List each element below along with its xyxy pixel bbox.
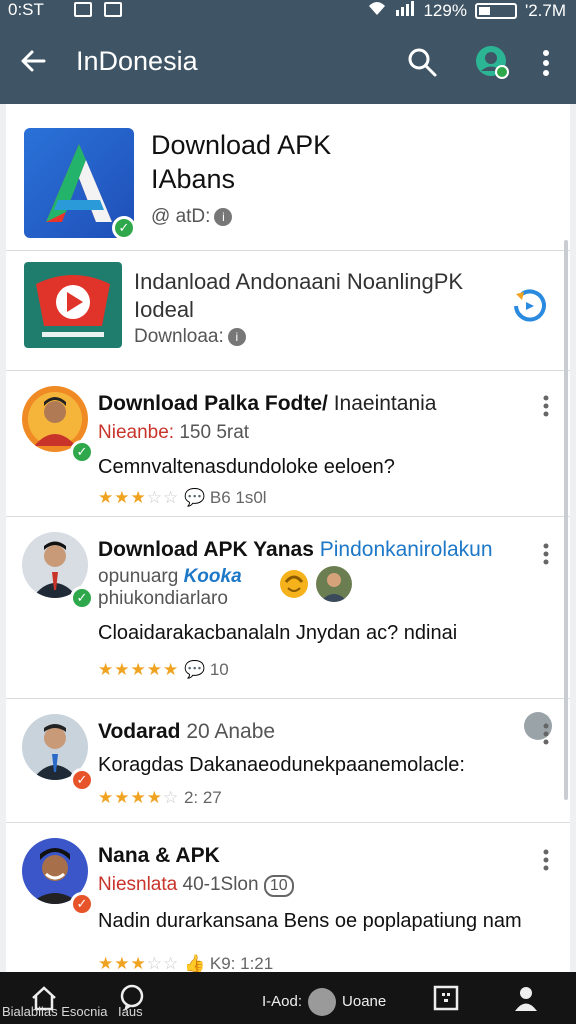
scrollbar[interactable] <box>564 240 568 800</box>
info-icon[interactable]: i <box>227 327 246 346</box>
comment-icon[interactable]: 💬 <box>184 660 205 679</box>
wifi-icon <box>367 0 387 21</box>
video-app-icon[interactable] <box>24 262 122 348</box>
emoji-reaction-icon <box>278 568 310 600</box>
review-sub: opunuarg Kooka phiukondiarlaro <box>98 566 242 609</box>
list-item[interactable]: ✓ Download Palka Fodte/ Inaeintania Niea… <box>6 370 570 516</box>
nav-home-label[interactable]: Bialablias Esocnia <box>2 1004 108 1019</box>
rating-count: B6 1s0l <box>209 488 267 507</box>
star-rating: ★★★☆☆ <box>98 954 180 972</box>
search-icon[interactable] <box>406 46 438 78</box>
profile-icon[interactable] <box>512 984 540 1012</box>
verified-badge: ✓ <box>70 586 94 610</box>
bottom-nav: Bialablias Esocnia Iaus I-Aod: Uoane <box>0 972 576 1024</box>
signal-icon <box>395 0 415 21</box>
more-options-icon[interactable] <box>542 542 550 566</box>
verified-badge: ✓ <box>112 216 136 240</box>
rating-count: 2: 27 <box>183 788 222 807</box>
status-clock: '2.7M <box>524 0 566 20</box>
review-name[interactable]: Download APK Yanas Pindonkanirolakun <box>98 538 493 562</box>
review-name[interactable]: Download Palka Fodte/ Inaeintania <box>98 392 436 416</box>
review-name[interactable]: Vodarad 20 Anabe <box>98 720 275 744</box>
verified-badge: ✓ <box>70 892 94 916</box>
page-title: InDonesia <box>76 46 198 76</box>
featured-meta-text: @ atD: <box>151 206 211 227</box>
sub-badge: 10 <box>263 875 294 897</box>
battery-percent: 129% <box>423 0 467 20</box>
image-notification-icon <box>74 2 92 17</box>
list-item[interactable]: ✓ Download APK Yanas Pindonkanirolakun o… <box>6 516 570 740</box>
star-rating: ★★★☆☆ <box>98 488 180 507</box>
nav-center[interactable]: I-Aod: Uoane <box>262 988 386 1016</box>
featured-title-line2: IAbans <box>151 164 236 194</box>
rating-row: ★★★★★ 💬 10 <box>98 660 229 680</box>
verified-badge: ✓ <box>70 768 94 792</box>
review-body: Koragdas Dakanaeodunekpaanemolacle: <box>98 754 465 776</box>
app-notification-icon <box>104 2 122 17</box>
nav-center-right-label: Uoane <box>342 992 387 1010</box>
featured-meta: @ atD: i <box>151 206 233 228</box>
second-app-meta: Downloaa: i <box>134 326 246 348</box>
content-area[interactable]: ✓ Download APK IAbans @ atD: i Indanload … <box>0 104 576 972</box>
second-app-title[interactable]: Indanload Andonaani NoanlingPK Iodeal <box>134 268 524 324</box>
review-body: Cemnvaltenasdundoloke eeloen? <box>98 456 395 478</box>
review-body: Cloaidarakacbanalaln Jnydan ac? ndinai <box>98 622 458 644</box>
second-meta-text: Downloaa: <box>134 326 224 347</box>
rating-row: ★★★★☆ 2: 27 <box>98 788 222 808</box>
mini-avatar[interactable] <box>316 566 352 602</box>
apps-grid-icon[interactable] <box>432 984 460 1012</box>
more-options-icon[interactable] <box>542 394 550 418</box>
refresh-download-icon[interactable] <box>508 286 550 322</box>
status-bar: 0:ST 129% '2.7M <box>0 0 576 22</box>
list-item[interactable]: ✓ Nana & APK Niesnlata 40-1Slon 10 Nadin… <box>6 822 570 972</box>
star-rating: ★★★★☆ <box>98 788 180 807</box>
app-bar: InDonesia <box>0 22 576 104</box>
divider <box>6 250 570 251</box>
profile-pill-icon[interactable] <box>308 988 337 1016</box>
more-options-icon[interactable] <box>542 848 550 872</box>
battery-icon <box>474 2 517 19</box>
results-panel: ✓ Download APK IAbans @ atD: i Indanload … <box>6 104 570 972</box>
list-item[interactable]: ✓ Vodarad 20 Anabe Koragdas Dakanaeodune… <box>6 698 570 822</box>
review-body: Nadin durarkansana Bens oe poplapatiung … <box>98 910 522 932</box>
rating-row: ★★★☆☆ 👍 K9: 1:21 <box>98 954 273 972</box>
comment-icon[interactable]: 💬 <box>184 488 205 507</box>
more-options-icon[interactable] <box>536 48 556 78</box>
rating-count: 10 <box>209 660 229 679</box>
nav-chat-label[interactable]: Iaus <box>118 1004 143 1019</box>
featured-title-line1: Download APK <box>151 130 332 160</box>
review-name[interactable]: Nana & APK <box>98 844 220 868</box>
like-icon[interactable]: 👍 <box>184 954 205 972</box>
rating-row: ★★★☆☆ 💬 B6 1s0l <box>98 488 267 508</box>
verified-badge: ✓ <box>70 440 94 464</box>
featured-title[interactable]: Download APK IAbans <box>151 128 331 196</box>
review-sub: Nieanbe: 150 5rat <box>98 422 250 443</box>
nav-center-left-label: I-Aod: <box>262 992 303 1010</box>
star-rating: ★★★★★ <box>98 660 180 679</box>
info-icon[interactable]: i <box>214 207 233 226</box>
back-arrow-icon[interactable] <box>18 46 48 76</box>
review-sub: Niesnlata 40-1Slon 10 <box>98 874 294 897</box>
account-avatar-icon[interactable] <box>474 44 510 80</box>
status-time: 0:ST <box>8 0 44 19</box>
rating-count: K9: 1:21 <box>209 954 274 972</box>
more-options-icon[interactable] <box>542 722 550 746</box>
